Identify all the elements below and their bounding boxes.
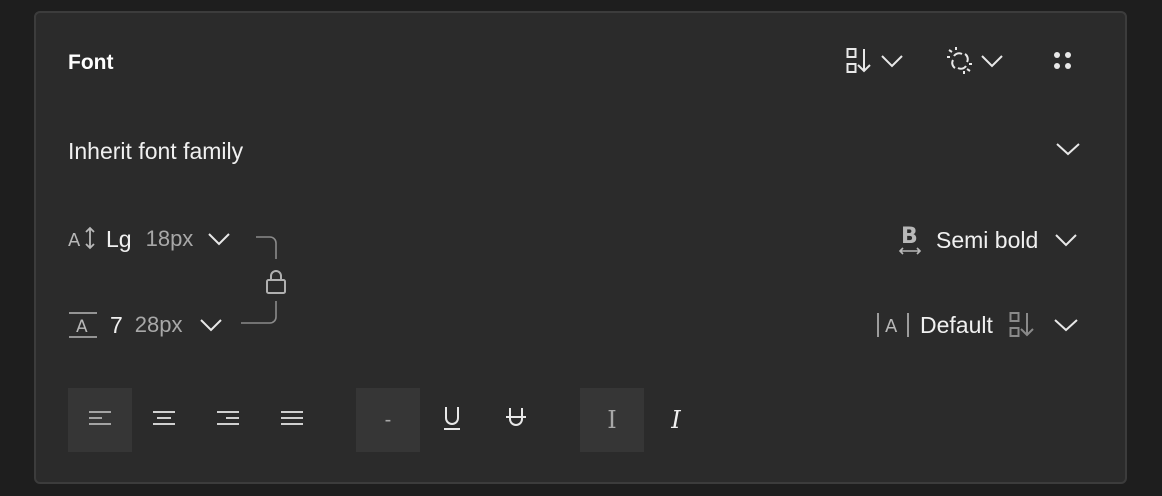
- style-italic-button[interactable]: I: [644, 388, 708, 452]
- chevron-down-icon: [1053, 317, 1079, 333]
- font-family-value: Inherit font family: [68, 138, 244, 164]
- drag-handle-button[interactable]: [1052, 50, 1074, 72]
- line-height-token: 7: [110, 312, 123, 338]
- drag-handle-icon: [1052, 50, 1074, 72]
- svg-text:A: A: [76, 317, 88, 337]
- style-normal-glyph: I: [607, 406, 617, 434]
- chevron-down-icon: [207, 232, 231, 246]
- unlink-dropdown[interactable]: [946, 46, 1004, 76]
- line-height-control[interactable]: A 7 28px: [68, 311, 223, 339]
- font-family-dropdown[interactable]: [1055, 141, 1081, 157]
- font-panel: Font Inherit font family A Lg 18px A 7 2…: [34, 11, 1127, 484]
- letter-spacing-control[interactable]: A Default: [876, 311, 1079, 339]
- chevron-down-icon: [980, 54, 1004, 68]
- chevron-down-icon: [1055, 141, 1081, 157]
- strikethrough-button[interactable]: [484, 388, 548, 452]
- align-right-icon: [216, 409, 240, 432]
- sort-order-icon: [1009, 311, 1035, 339]
- text-decoration-group: -: [356, 388, 548, 452]
- unlink-icon: [946, 46, 974, 76]
- lock-toggle[interactable]: [265, 269, 287, 295]
- align-right-button[interactable]: [196, 388, 260, 452]
- font-size-control[interactable]: A Lg 18px: [68, 225, 231, 253]
- chevron-down-icon: [880, 54, 904, 68]
- align-left-button[interactable]: [68, 388, 132, 452]
- font-size-token: Lg: [106, 226, 132, 252]
- line-height-px: 28px: [134, 312, 183, 337]
- underline-icon: [441, 405, 463, 436]
- decoration-none-glyph: -: [384, 409, 392, 431]
- letter-spacing-icon: A: [876, 311, 910, 339]
- style-italic-glyph: I: [671, 406, 681, 434]
- sort-order-dropdown[interactable]: [846, 47, 904, 75]
- underline-button[interactable]: [420, 388, 484, 452]
- style-normal-button[interactable]: I: [580, 388, 644, 452]
- chevron-down-icon: [1054, 233, 1078, 247]
- svg-text:A: A: [68, 230, 81, 251]
- panel-title: Font: [68, 51, 114, 74]
- strikethrough-icon: [505, 406, 527, 435]
- align-center-icon: [152, 409, 176, 432]
- sort-order-icon: [846, 47, 872, 75]
- align-justify-icon: [280, 409, 304, 432]
- font-weight-control[interactable]: B Semi bold: [898, 223, 1078, 257]
- text-align-group: [68, 388, 324, 452]
- lock-icon: [265, 269, 287, 295]
- letter-spacing-value: Default: [920, 312, 993, 338]
- svg-text:A: A: [885, 316, 898, 337]
- chevron-down-icon: [199, 318, 223, 332]
- font-weight-icon: B: [898, 223, 922, 257]
- align-center-button[interactable]: [132, 388, 196, 452]
- align-left-icon: [88, 409, 112, 432]
- font-size-icon: A: [68, 226, 96, 252]
- line-height-icon: A: [68, 311, 98, 339]
- font-style-group: I I: [580, 388, 708, 452]
- svg-text:B: B: [901, 224, 918, 249]
- align-justify-button[interactable]: [260, 388, 324, 452]
- font-weight-value: Semi bold: [936, 227, 1039, 253]
- font-size-px: 18px: [145, 226, 194, 251]
- decoration-none-button[interactable]: -: [356, 388, 420, 452]
